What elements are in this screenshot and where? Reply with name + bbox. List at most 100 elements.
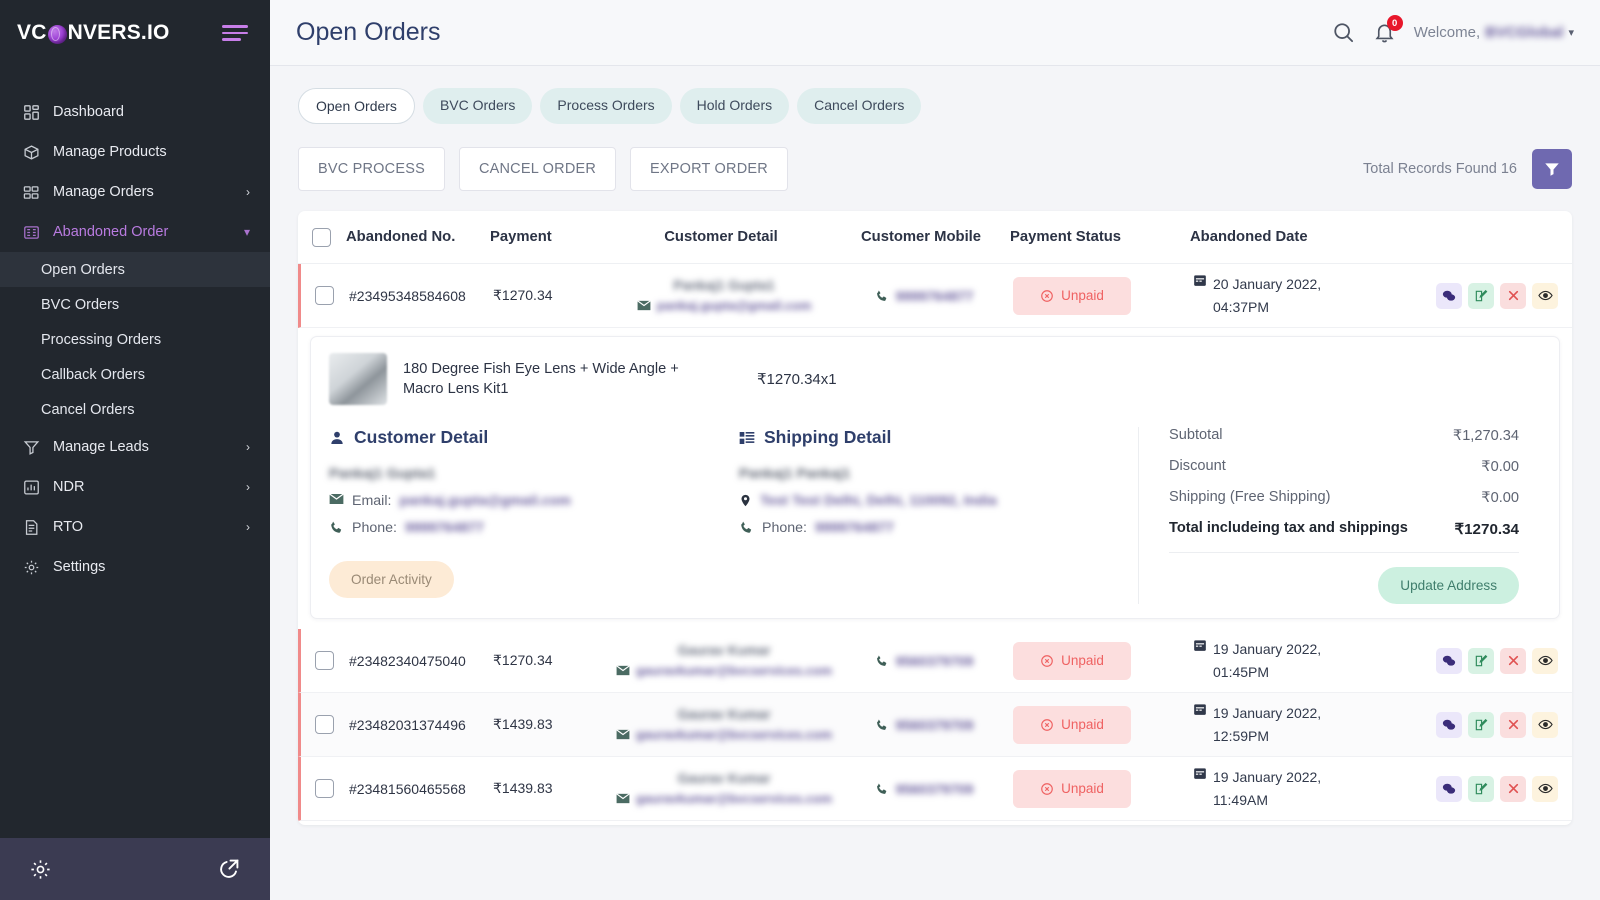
close-icon[interactable] xyxy=(1500,775,1526,802)
eye-icon[interactable] xyxy=(1532,282,1558,309)
order-activity-button[interactable]: Order Activity xyxy=(329,561,454,598)
eye-icon[interactable] xyxy=(1532,711,1558,738)
edit-icon[interactable] xyxy=(1468,647,1494,674)
orders-icon xyxy=(20,184,42,201)
sidebar-item-label: NDR xyxy=(53,479,85,495)
app-root: VC NVERS.IO Dashboard Manage Products Ma… xyxy=(0,0,1600,900)
customer-email-wrap: pankaj.gupta@gmail.com xyxy=(613,298,835,313)
shipping-detail-title: Shipping Detail xyxy=(739,427,1116,448)
page-title: Open Orders xyxy=(296,18,441,46)
email-value: pankaj.gupta@gmail.com xyxy=(399,493,571,509)
summary-label: Subtotal xyxy=(1169,427,1223,443)
sidebar-item-label: Manage Products xyxy=(53,144,167,160)
detail-customer-name: Pankaj1 Gupta1 xyxy=(329,466,436,482)
edit-icon[interactable] xyxy=(1468,711,1494,738)
update-address-button[interactable]: Update Address xyxy=(1378,567,1519,604)
sidebar-item-manage-orders[interactable]: Manage Orders › xyxy=(0,172,270,212)
tab-cancel-orders[interactable]: Cancel Orders xyxy=(797,88,922,124)
unpaid-icon xyxy=(1040,718,1054,732)
sidebar-item-label: RTO xyxy=(53,519,84,535)
sidebar-item-manage-leads[interactable]: Manage Leads › xyxy=(0,427,270,467)
sidebar-subitem-label: Processing Orders xyxy=(41,331,162,348)
tab-process-orders[interactable]: Process Orders xyxy=(540,88,672,124)
row-checkbox[interactable] xyxy=(315,651,334,670)
funnel-icon xyxy=(20,439,42,456)
eye-icon[interactable] xyxy=(1532,775,1558,802)
sidebar-item-ndr[interactable]: NDR › xyxy=(0,467,270,507)
location-pin-icon xyxy=(739,493,752,508)
close-icon[interactable] xyxy=(1500,282,1526,309)
bvc-process-button[interactable]: BVC PROCESS xyxy=(298,147,445,191)
row-checkbox[interactable] xyxy=(315,286,334,305)
chat-icon[interactable] xyxy=(1436,711,1462,738)
date-line-2: 04:37PM xyxy=(1213,298,1270,315)
close-icon[interactable] xyxy=(1500,711,1526,738)
notifications-button[interactable]: 0 xyxy=(1373,15,1403,44)
calendar-icon xyxy=(1193,702,1207,716)
row-checkbox[interactable] xyxy=(315,779,334,798)
shipping-phone-row: Phone: 9999764877 xyxy=(739,520,1116,536)
column-header-abandoned-date: Abandoned Date xyxy=(1190,229,1308,245)
table-row[interactable]: #23482031374496 ₹1439.83 Gaurav Kumar ga… xyxy=(298,693,1572,757)
cell-customer-detail: Gaurav Kumar gauravkumar@bvcservices.com xyxy=(613,707,835,742)
sidebar-item-rto[interactable]: RTO › xyxy=(0,507,270,547)
select-all-cell xyxy=(312,227,346,247)
select-all-checkbox[interactable] xyxy=(312,227,331,247)
package-icon xyxy=(20,144,42,161)
app-logo[interactable]: VC NVERS.IO xyxy=(17,21,170,45)
product-thumbnail xyxy=(329,353,387,405)
table-row[interactable]: #23482340475040 ₹1270.34 Gaurav Kumar ga… xyxy=(298,629,1572,693)
sidebar-item-manage-products[interactable]: Manage Products xyxy=(0,132,270,172)
tab-open-orders[interactable]: Open Orders xyxy=(298,88,415,124)
cell-payment-status: Unpaid xyxy=(1013,705,1193,744)
edit-icon[interactable] xyxy=(1468,775,1494,802)
cell-payment-status: Unpaid xyxy=(1013,276,1193,315)
sidebar-item-dashboard[interactable]: Dashboard xyxy=(0,92,270,132)
tab-bvc-orders[interactable]: BVC Orders xyxy=(422,88,533,124)
mail-icon xyxy=(616,665,630,676)
shipping-address-row: Test Test Delhi, Delhi, 110092, India xyxy=(739,493,1116,509)
sidebar-item-label: Settings xyxy=(53,559,106,575)
mobile-wrap: 9560379709 xyxy=(835,781,1013,797)
sidebar-subitem-cancel-orders[interactable]: Cancel Orders xyxy=(0,392,270,427)
customer-email-wrap: gauravkumar@bvcservices.com xyxy=(613,663,835,678)
cell-payment-status: Unpaid xyxy=(1013,769,1193,808)
external-link-icon[interactable] xyxy=(217,857,241,881)
sidebar-item-abandoned-order[interactable]: Abandoned Order ▾ xyxy=(0,212,270,252)
tab-hold-orders[interactable]: Hold Orders xyxy=(679,88,790,124)
cancel-order-button[interactable]: CANCEL ORDER xyxy=(458,147,617,191)
chat-icon[interactable] xyxy=(1436,775,1462,802)
detail-customer-phone-row: Phone: 9999764877 xyxy=(329,520,717,536)
gear-icon[interactable] xyxy=(29,858,52,881)
cell-abandoned-no: #23481560465568 xyxy=(349,780,466,797)
sidebar-subitem-processing-orders[interactable]: Processing Orders xyxy=(0,322,270,357)
sidebar-subitem-bvc-orders[interactable]: BVC Orders xyxy=(0,287,270,322)
menu-toggle-button[interactable] xyxy=(218,21,252,45)
user-menu[interactable]: Welcome, BVCGlobal ▾ xyxy=(1414,24,1574,41)
date-line-2: 12:59PM xyxy=(1213,727,1270,744)
sidebar-subitem-open-orders[interactable]: Open Orders xyxy=(0,252,270,287)
export-order-button[interactable]: EXPORT ORDER xyxy=(630,147,788,191)
close-icon[interactable] xyxy=(1500,647,1526,674)
detail-customer-email-row: Email: pankaj.gupta@gmail.com xyxy=(329,493,717,509)
date-line-2: 11:49AM xyxy=(1213,791,1268,808)
column-header-payment-status: Payment Status xyxy=(1010,229,1122,245)
edit-icon[interactable] xyxy=(1468,282,1494,309)
cell-row-actions xyxy=(1363,775,1558,802)
eye-icon[interactable] xyxy=(1532,647,1558,674)
cell-row-actions xyxy=(1363,282,1558,309)
summary-row: Subtotal ₹1,270.34 xyxy=(1169,427,1519,444)
cell-abandoned-no: #23495348584608 xyxy=(349,287,466,304)
table-row[interactable]: #23481560465568 ₹1439.83 Gaurav Kumar ga… xyxy=(298,757,1572,821)
unpaid-icon xyxy=(1040,289,1054,303)
chat-icon[interactable] xyxy=(1436,282,1462,309)
table-row[interactable]: #23495348584608 ₹1270.34 Pankaj1 Gupta1 … xyxy=(298,264,1572,328)
filter-button[interactable] xyxy=(1532,149,1572,189)
sidebar-item-settings[interactable]: Settings xyxy=(0,547,270,587)
search-icon[interactable] xyxy=(1332,21,1355,44)
cell-customer-mobile: 9560379709 xyxy=(835,653,1013,669)
chat-icon[interactable] xyxy=(1436,647,1462,674)
customer-mobile: 9999764877 xyxy=(895,287,974,304)
sidebar-subitem-callback-orders[interactable]: Callback Orders xyxy=(0,357,270,392)
row-checkbox[interactable] xyxy=(315,715,334,734)
